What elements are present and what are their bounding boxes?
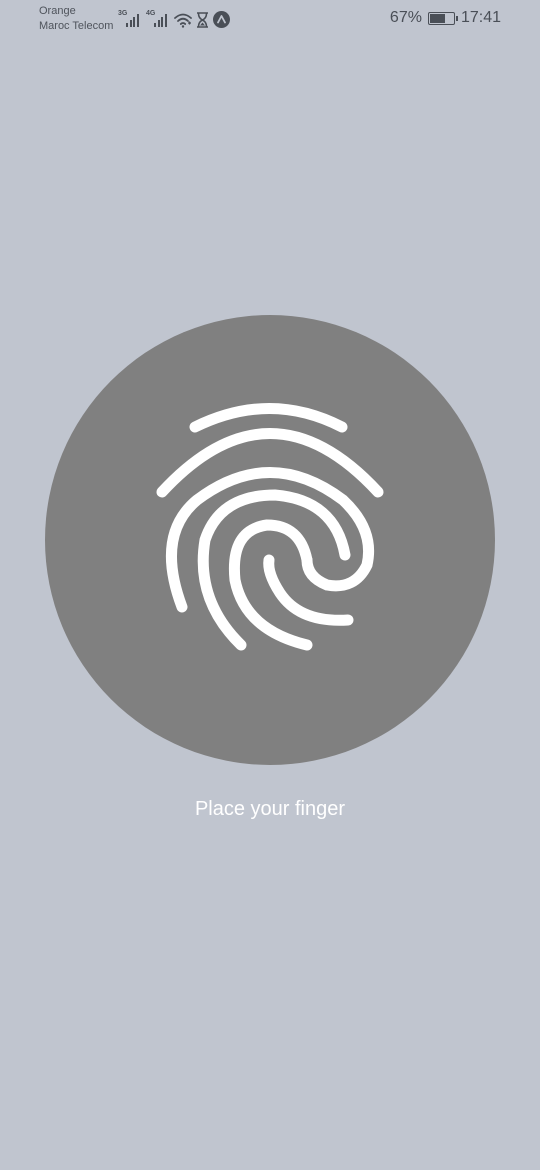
- clock: 17:41: [460, 9, 501, 26]
- wifi-icon: [174, 12, 192, 28]
- status-bar: Orange Maroc Telecom 3G 4G 67% 17:41: [0, 0, 540, 40]
- fingerprint-prompt: Place your finger: [194, 798, 346, 820]
- app-notification-icon: [213, 11, 230, 28]
- carrier-info: Orange Maroc Telecom: [39, 4, 113, 34]
- battery-icon: [427, 11, 458, 25]
- carrier-line-1: Orange: [39, 5, 76, 17]
- hourglass-icon: [196, 12, 209, 28]
- carrier-line-2: Maroc Telecom: [39, 20, 114, 32]
- fingerprint-sensor-area[interactable]: [45, 315, 495, 765]
- fingerprint-icon: [156, 403, 384, 651]
- battery-percent: 67%: [389, 9, 422, 26]
- signal-icon: 3G: [118, 10, 142, 28]
- screen: Orange Maroc Telecom 3G 4G 67% 17:41 Pla…: [0, 0, 540, 1170]
- signal-icon: 4G: [146, 10, 170, 28]
- status-right: 67% 17:41: [390, 8, 501, 28]
- status-icons: 3G 4G: [118, 8, 230, 28]
